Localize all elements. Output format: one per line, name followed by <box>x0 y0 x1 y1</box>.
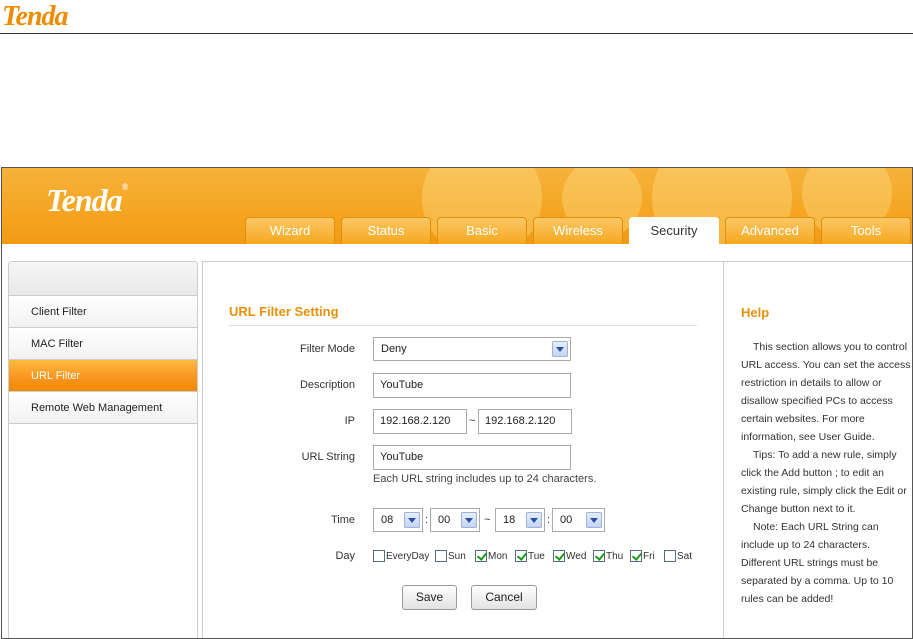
document-header-rule <box>0 33 913 34</box>
chevron-down-icon <box>586 512 602 528</box>
save-button[interactable]: Save <box>402 585 457 610</box>
chevron-down-icon <box>552 341 568 357</box>
main-panel: URL Filter Setting Filter Mode Deny Desc… <box>202 261 723 638</box>
url-string-hint: Each URL string includes up to 24 charac… <box>373 473 597 485</box>
brand-logo: Tenda® <box>46 182 128 218</box>
day-checkbox-sat[interactable]: Sat <box>664 550 692 562</box>
time-end-hour-select[interactable]: 18 <box>495 508 545 532</box>
checkbox-icon <box>435 550 447 562</box>
description-input[interactable]: YouTube <box>373 373 571 398</box>
page: Tenda Tenda® Wizard Status Basic Wireles… <box>0 0 913 639</box>
day-checkbox-wed[interactable]: Wed <box>553 550 586 562</box>
ip-label: IP <box>344 415 355 427</box>
day-checkbox-thu[interactable]: Thu <box>593 550 623 562</box>
url-string-input[interactable]: YouTube <box>373 445 571 470</box>
help-paragraph: Note: Each URL String can include up to … <box>741 521 894 605</box>
checkbox-icon <box>664 550 676 562</box>
main-nav-tabs: Wizard Status Basic Wireless Security Ad… <box>245 217 912 244</box>
chevron-down-icon <box>461 512 477 528</box>
sidebar-item-url-filter[interactable]: URL Filter <box>9 360 197 392</box>
chevron-down-icon <box>404 512 420 528</box>
day-checkbox-mon[interactable]: Mon <box>475 550 507 562</box>
checkmark-icon <box>515 550 527 562</box>
time-end-minute-select[interactable]: 00 <box>552 508 605 532</box>
header-banner: Tenda® Wizard Status Basic Wireless Secu… <box>2 168 912 244</box>
cancel-button[interactable]: Cancel <box>471 585 537 610</box>
tab-advanced[interactable]: Advanced <box>725 217 815 244</box>
sidebar-item-remote-web-management[interactable]: Remote Web Management <box>9 392 197 424</box>
help-title: Help <box>741 305 770 320</box>
filter-mode-label: Filter Mode <box>299 343 355 355</box>
description-label: Description <box>299 379 355 391</box>
help-panel: Help This section allows you to control … <box>723 261 912 638</box>
day-checkbox-sun[interactable]: Sun <box>435 550 466 562</box>
checkmark-icon <box>630 550 642 562</box>
tab-tools[interactable]: Tools <box>821 217 911 244</box>
sidebar-item-client-filter[interactable]: Client Filter <box>9 296 197 328</box>
sidebar-item-mac-filter[interactable]: MAC Filter <box>9 328 197 360</box>
help-paragraph: Tips: To add a new rule, simply click th… <box>741 449 907 515</box>
tab-wireless[interactable]: Wireless <box>533 217 623 244</box>
day-label: Day <box>335 550 355 562</box>
day-checkbox-tue[interactable]: Tue <box>515 550 545 562</box>
tab-status[interactable]: Status <box>341 217 431 244</box>
time-start-minute-select[interactable]: 00 <box>430 508 480 532</box>
section-title: URL Filter Setting <box>229 304 339 319</box>
ip-range-separator: ~ <box>469 415 476 427</box>
sidebar-header <box>9 262 197 296</box>
time-colon: : <box>547 514 551 526</box>
ip-start-input[interactable]: 192.168.2.120 <box>373 409 467 434</box>
help-text: This section allows you to control URL a… <box>741 338 911 608</box>
ip-end-input[interactable]: 192.168.2.120 <box>478 409 572 434</box>
time-range-separator: ~ <box>484 514 491 526</box>
checkmark-icon <box>475 550 487 562</box>
filter-mode-select[interactable]: Deny <box>373 337 571 361</box>
time-label: Time <box>330 514 355 526</box>
document-logo: Tenda <box>2 1 69 32</box>
checkmark-icon <box>593 550 605 562</box>
day-checkbox-everyday[interactable]: EveryDay <box>373 550 429 562</box>
tab-basic[interactable]: Basic <box>437 217 527 244</box>
time-start-hour-select[interactable]: 08 <box>373 508 423 532</box>
checkmark-icon <box>553 550 565 562</box>
url-string-label: URL String <box>301 451 355 463</box>
section-divider <box>229 325 697 326</box>
router-ui-frame: Tenda® Wizard Status Basic Wireless Secu… <box>1 167 913 639</box>
day-checkbox-fri[interactable]: Fri <box>630 550 655 562</box>
chevron-down-icon <box>526 512 542 528</box>
help-paragraph: This section allows you to control URL a… <box>741 341 911 443</box>
tab-wizard[interactable]: Wizard <box>245 217 335 244</box>
checkbox-icon <box>373 550 385 562</box>
time-colon: : <box>425 514 429 526</box>
tab-security[interactable]: Security <box>629 217 719 244</box>
sidebar: Client Filter MAC Filter URL Filter Remo… <box>8 261 198 638</box>
filter-mode-value: Deny <box>381 343 407 355</box>
